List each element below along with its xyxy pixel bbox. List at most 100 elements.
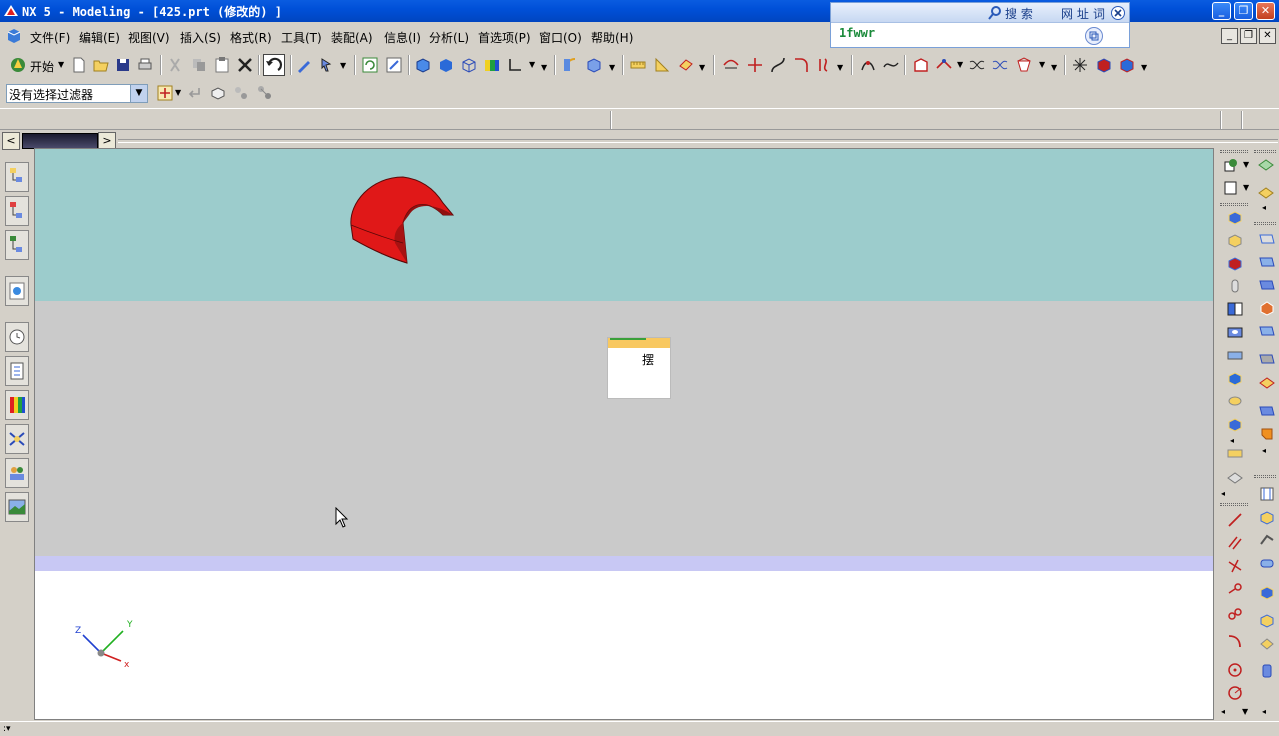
history-tab[interactable] bbox=[5, 322, 29, 352]
spline-icon[interactable] bbox=[882, 56, 900, 74]
ruled-icon[interactable] bbox=[1258, 276, 1276, 294]
extract-dropdown-icon[interactable]: ▼ bbox=[1039, 60, 1045, 69]
sheet-metal-icon[interactable] bbox=[1258, 485, 1276, 503]
graphics-window[interactable]: 摆 Z Y x bbox=[34, 148, 1214, 720]
block-icon[interactable] bbox=[1226, 231, 1244, 249]
feature-ops-icon[interactable] bbox=[1222, 156, 1240, 174]
system-scenes-tab[interactable] bbox=[5, 492, 29, 522]
assembly-navigator-tab[interactable] bbox=[5, 162, 29, 192]
bend-icon[interactable] bbox=[1258, 531, 1276, 549]
dict-tab[interactable]: 词 bbox=[1093, 5, 1105, 21]
extract-curve-icon[interactable] bbox=[1015, 56, 1033, 74]
part-minimize-button[interactable]: _ bbox=[1221, 28, 1238, 44]
menu-file[interactable]: 文件(F) bbox=[30, 29, 70, 46]
cylinder-body-icon[interactable] bbox=[1258, 662, 1276, 680]
gusset-icon[interactable] bbox=[1258, 634, 1276, 652]
reuse-library-tab[interactable] bbox=[5, 356, 29, 386]
display-edit-icon[interactable] bbox=[318, 56, 336, 74]
n-sided-icon[interactable] bbox=[1258, 299, 1276, 317]
hole-icon[interactable] bbox=[1226, 323, 1244, 341]
palette-tab[interactable] bbox=[5, 390, 29, 420]
line-icon[interactable] bbox=[1226, 511, 1244, 529]
more-display-dropdown-icon[interactable]: ▼ bbox=[541, 63, 547, 72]
start-button[interactable]: 开始 bbox=[30, 58, 54, 75]
paste-icon[interactable] bbox=[213, 56, 231, 74]
wcs-icon[interactable] bbox=[506, 56, 524, 74]
face-blend-icon[interactable] bbox=[1258, 322, 1276, 340]
surface-toolbar-more-icon[interactable]: ◂ bbox=[1262, 203, 1266, 212]
curve-edit-dropdown-icon[interactable]: ▼ bbox=[837, 63, 843, 72]
project-curve-icon[interactable] bbox=[935, 56, 953, 74]
menu-information[interactable]: 信息(I) bbox=[384, 29, 421, 46]
sew-icon[interactable] bbox=[1258, 373, 1276, 391]
menu-format[interactable]: 格式(R) bbox=[230, 29, 272, 46]
display-edit-dropdown-icon[interactable]: ▼ bbox=[340, 61, 346, 70]
measure-distance-icon[interactable] bbox=[629, 56, 647, 74]
maximize-button[interactable]: ❐ bbox=[1234, 2, 1253, 20]
wireframe-icon[interactable] bbox=[460, 56, 478, 74]
project-dropdown-icon[interactable]: ▼ bbox=[957, 60, 963, 69]
part-restore-button[interactable]: ❐ bbox=[1240, 28, 1257, 44]
menu-window[interactable]: 窗口(O) bbox=[539, 29, 582, 46]
select-feature-icon[interactable] bbox=[232, 84, 250, 102]
extrude-icon[interactable] bbox=[1226, 208, 1244, 226]
fillet-curve-icon[interactable] bbox=[792, 56, 810, 74]
toolbar-grip[interactable] bbox=[1220, 503, 1248, 506]
circle-center-icon[interactable] bbox=[1226, 661, 1244, 679]
curve-toolbar-more-icon[interactable]: ◂ bbox=[1221, 707, 1225, 716]
surface-ops-more-icon[interactable]: ◂ bbox=[1262, 446, 1266, 455]
point-curve-icon[interactable] bbox=[859, 56, 877, 74]
extension-icon[interactable] bbox=[1258, 425, 1276, 443]
web-browser-tab[interactable] bbox=[5, 276, 29, 306]
curve-more-dropdown-icon[interactable]: ▼ bbox=[1051, 63, 1057, 72]
trim-curve-icon[interactable] bbox=[722, 56, 740, 74]
sketch-icon[interactable] bbox=[912, 56, 930, 74]
url-tab[interactable]: 网 址 bbox=[1061, 5, 1089, 21]
tab-active-part[interactable] bbox=[22, 133, 98, 149]
tube-icon[interactable] bbox=[1258, 554, 1276, 572]
assembly-dropdown-icon[interactable]: ▼ bbox=[1141, 63, 1147, 72]
copy-icon[interactable] bbox=[190, 56, 208, 74]
roles-tab[interactable] bbox=[5, 458, 29, 488]
shaded-icon[interactable] bbox=[437, 56, 455, 74]
minimize-button[interactable]: _ bbox=[1212, 2, 1231, 20]
fit-view-icon[interactable] bbox=[385, 56, 403, 74]
new-file-icon[interactable] bbox=[70, 56, 88, 74]
divide-curve-icon[interactable] bbox=[746, 56, 764, 74]
datum-dropdown-icon[interactable]: ▼ bbox=[1243, 183, 1249, 192]
flange-icon[interactable] bbox=[1258, 508, 1276, 526]
through-curves-icon[interactable] bbox=[1258, 253, 1276, 271]
toolbar-grip[interactable] bbox=[1254, 150, 1276, 153]
menu-view[interactable]: 视图(V) bbox=[128, 29, 170, 46]
offset-surface-icon[interactable] bbox=[1258, 402, 1276, 420]
punch-icon[interactable] bbox=[1258, 611, 1276, 629]
snap-point-icon[interactable] bbox=[156, 84, 174, 102]
toolbar-grip[interactable] bbox=[1220, 203, 1248, 206]
emboss-icon[interactable] bbox=[1258, 583, 1276, 601]
wcs-dropdown-icon[interactable]: ▼ bbox=[529, 60, 535, 69]
edit-object-icon[interactable] bbox=[295, 56, 313, 74]
component-icon[interactable] bbox=[1118, 56, 1136, 74]
datum-plane-icon[interactable] bbox=[1222, 179, 1240, 197]
pad-icon[interactable] bbox=[1226, 392, 1244, 410]
arc-circle-icon[interactable] bbox=[1226, 605, 1244, 623]
start-dropdown-icon[interactable]: ▼ bbox=[58, 60, 64, 69]
arc-icon[interactable] bbox=[1226, 580, 1244, 598]
studio-display-icon[interactable] bbox=[483, 56, 501, 74]
chevron-down-icon[interactable]: ▼ bbox=[130, 85, 147, 102]
offset-curve-icon[interactable] bbox=[815, 56, 833, 74]
print-icon[interactable] bbox=[136, 56, 154, 74]
type-filter-select[interactable]: 没有选择过滤器 ▼ bbox=[6, 84, 148, 103]
cut-icon[interactable] bbox=[166, 56, 184, 74]
close-button[interactable]: ✕ bbox=[1256, 2, 1275, 20]
sheet-toolbar-more-icon[interactable]: ◂ bbox=[1262, 707, 1266, 716]
parallel-lines-icon[interactable] bbox=[1226, 534, 1244, 552]
return-icon[interactable] bbox=[185, 84, 203, 102]
thicken-icon[interactable] bbox=[1257, 183, 1275, 201]
cross-lines-icon[interactable] bbox=[1226, 557, 1244, 575]
curve-analysis-icon[interactable] bbox=[561, 56, 579, 74]
save-icon[interactable] bbox=[114, 56, 132, 74]
part-solid-body[interactable] bbox=[347, 173, 459, 273]
assembly-icon[interactable] bbox=[1095, 56, 1113, 74]
face-analysis-icon[interactable] bbox=[585, 56, 603, 74]
